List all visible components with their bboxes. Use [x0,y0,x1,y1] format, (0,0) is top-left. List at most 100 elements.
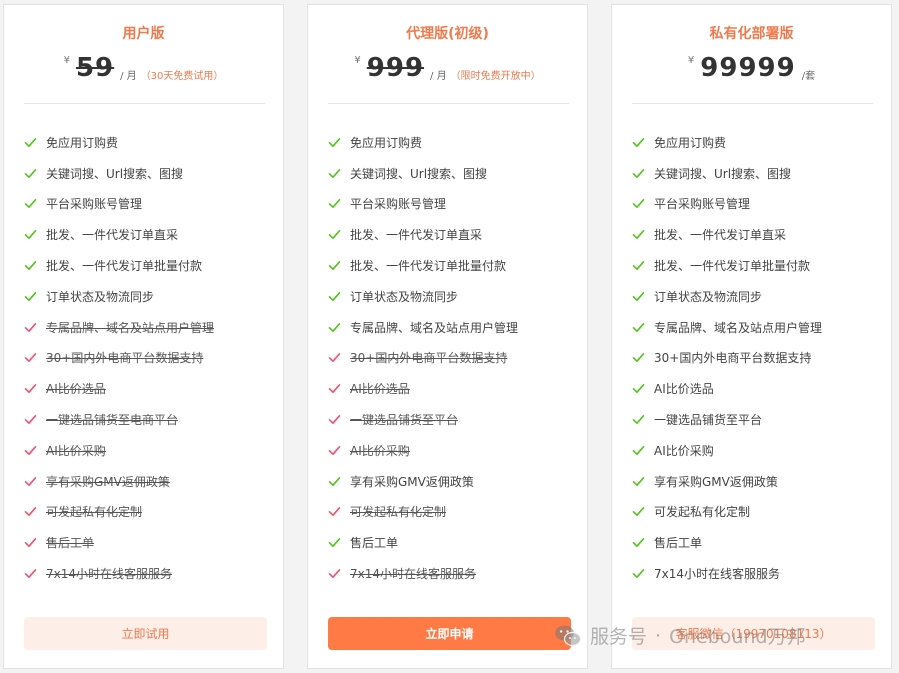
check-icon [328,475,341,488]
currency-symbol: ¥ [687,55,695,66]
feature-text: 专属品牌、域名及站点用户管理 [350,320,519,335]
feature-item: AI比价采购 [328,435,577,466]
try-now-button[interactable]: 立即试用 [24,617,267,650]
feature-item: 免应用订购费 [632,127,881,158]
feature-item: 一键选品铺货至平台 [328,404,577,435]
check-icon [632,290,645,303]
feature-text: 享有采购GMV返佣政策 [46,474,170,489]
feature-text: 免应用订购费 [654,135,727,150]
feature-item: 批发、一件代发订单批量付款 [328,250,577,281]
feature-text: 关键词搜、Url搜索、图搜 [46,166,184,181]
feature-item: 7x14小时在线客服服务 [632,558,881,589]
feature-text: 售后工单 [46,536,95,551]
check-icon [24,259,37,272]
feature-text: 订单状态及物流同步 [654,289,763,304]
feature-item: 一键选品铺货至平台 [632,404,881,435]
feature-item: 平台采购账号管理 [328,189,577,220]
feature-item: 享有采购GMV返佣政策 [632,466,881,497]
feature-item: 7x14小时在线客服服务 [24,558,273,589]
feature-text: 批发、一件代发订单批量付款 [350,259,507,274]
feature-text: 7x14小时在线客服服务 [654,567,781,582]
check-icon [632,351,645,364]
feature-item: 专属品牌、域名及站点用户管理 [24,312,273,343]
price-unit: / 月 [120,71,137,82]
check-icon [328,536,341,549]
check-crossed-icon [24,321,37,334]
feature-item: 30+国内外电商平台数据支持 [24,343,273,374]
check-icon [24,136,37,149]
feature-item: 批发、一件代发订单直采 [632,219,881,250]
feature-item: AI比价选品 [632,373,881,404]
currency-symbol: ¥ [354,55,361,66]
feature-item: 平台采购账号管理 [632,189,881,220]
feature-item: 关键词搜、Url搜索、图搜 [24,158,273,189]
check-icon [632,321,645,334]
feature-text: 批发、一件代发订单批量付款 [654,259,811,274]
plan-card-private: 私有化部署版 ¥ 99999 /套 免应用订购费关键词搜、Url搜索、图搜平台采… [611,4,892,669]
check-icon [328,167,341,180]
feature-item: 订单状态及物流同步 [632,281,881,312]
plan-name: 私有化部署版 [709,26,794,42]
feature-item: 享有采购GMV返佣政策 [24,466,273,497]
feature-text: 专属品牌、域名及站点用户管理 [654,320,823,335]
check-icon [24,197,37,210]
feature-item: 30+国内外电商平台数据支持 [328,343,577,374]
check-icon [632,505,645,518]
feature-text: 一键选品铺货至电商平台 [46,413,179,428]
check-crossed-icon [24,382,37,395]
price-amount: 99999 [700,53,796,83]
feature-text: AI比价采购 [654,443,714,458]
feature-text: 订单状态及物流同步 [350,289,459,304]
check-icon [328,136,341,149]
feature-item: 批发、一件代发订单直采 [328,219,577,250]
feature-list: 免应用订购费关键词搜、Url搜索、图搜平台采购账号管理批发、一件代发订单直采批发… [632,127,881,589]
check-icon [632,167,645,180]
feature-text: 30+国内外电商平台数据支持 [350,351,508,366]
feature-text: 享有采购GMV返佣政策 [350,474,474,489]
plan-card-user: 用户版 ¥ 59 / 月 （30天免费试用） 免应用订购费 关键词搜、Url搜索、… [3,4,284,669]
feature-text: 30+国内外电商平台数据支持 [46,351,204,366]
feature-item: 售后工单 [632,527,881,558]
check-crossed-icon [328,351,341,364]
feature-text: 享有采购GMV返佣政策 [654,474,778,489]
feature-text: 批发、一件代发订单直采 [46,228,179,243]
feature-text: 批发、一件代发订单批量付款 [46,259,203,274]
check-crossed-icon [24,536,37,549]
feature-item: AI比价采购 [632,435,881,466]
feature-item: 批发、一件代发订单批量付款 [24,250,273,281]
divider [328,103,569,104]
feature-text: 可发起私有化定制 [46,505,143,520]
feature-item: 专属品牌、域名及站点用户管理 [632,312,881,343]
feature-item: 享有采购GMV返佣政策 [328,466,577,497]
price-row: ¥ 999 / 月 （限时免费开放中） [308,51,587,85]
check-icon [328,290,341,303]
apply-now-button[interactable]: 立即申请 [328,617,571,650]
check-crossed-icon [24,505,37,518]
feature-text: 批发、一件代发订单直采 [350,228,483,243]
feature-item: 关键词搜、Url搜索、图搜 [632,158,881,189]
promo-note: （30天免费试用） [140,71,224,82]
price-amount: 999 [366,53,425,83]
check-icon [632,444,645,457]
feature-text: 平台采购账号管理 [46,197,143,212]
check-icon [632,228,645,241]
price-amount: 59 [75,53,115,83]
feature-item: 售后工单 [24,527,273,558]
check-crossed-icon [24,413,37,426]
price-row: ¥ 99999 /套 [612,51,891,85]
feature-text: 批发、一件代发订单直采 [654,228,787,243]
check-crossed-icon [24,444,37,457]
contact-wechat-button[interactable]: 客服微信（19970108113） [632,617,875,650]
feature-item: 专属品牌、域名及站点用户管理 [328,312,577,343]
feature-text: 售后工单 [350,536,399,551]
plan-card-agent: 代理版(初级) ¥ 999 / 月 （限时免费开放中） 免应用订购费 关键词搜、U… [307,4,588,669]
check-icon [24,167,37,180]
feature-text: 平台采购账号管理 [350,197,447,212]
feature-item: 可发起私有化定制 [328,497,577,528]
promo-note: （限时免费开放中） [450,71,541,82]
check-icon [632,413,645,426]
feature-text: 平台采购账号管理 [654,197,751,212]
feature-item: 批发、一件代发订单批量付款 [632,250,881,281]
check-icon [632,136,645,149]
check-icon [632,536,645,549]
